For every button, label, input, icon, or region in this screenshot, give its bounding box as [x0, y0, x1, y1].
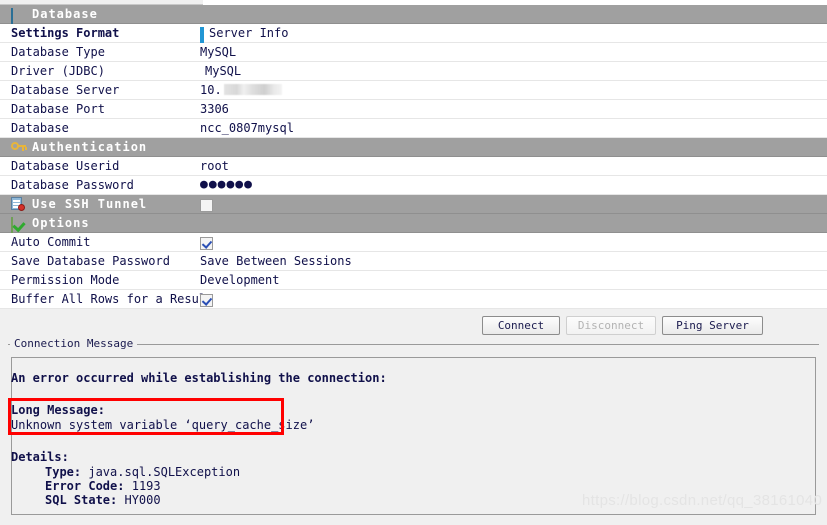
redacted-ip-block — [223, 84, 282, 95]
detail-error-code: Error Code: 1193 — [45, 479, 161, 493]
value-driver-jdbc-text: MySQL — [205, 64, 242, 78]
detail-sql-state-key: SQL State: — [45, 493, 118, 507]
detail-sql-state: SQL State: HY000 — [45, 493, 161, 507]
section-header-database[interactable]: Database — [0, 5, 827, 24]
properties-table: Database Settings Format Server Info Dat… — [0, 5, 827, 309]
row-permission-mode[interactable]: Permission Mode Development — [0, 271, 827, 290]
value-save-database-password: Save Between Sessions — [200, 254, 352, 268]
value-database-port: 3306 — [200, 102, 229, 116]
row-database-password[interactable]: Database Password ●●●●●● — [0, 176, 827, 195]
ping-server-button[interactable]: Ping Server — [662, 316, 763, 335]
label-permission-mode: Permission Mode — [11, 273, 120, 287]
label-buffer-all-rows: Buffer All Rows for a Result — [11, 292, 214, 306]
row-database-userid[interactable]: Database Userid root — [0, 157, 827, 176]
section-header-authentication[interactable]: Authentication — [0, 138, 827, 157]
label-driver-jdbc: Driver (JDBC) — [11, 64, 105, 78]
ssh-server-icon — [11, 197, 25, 211]
database-icon — [11, 7, 25, 24]
label-save-database-password: Save Database Password — [11, 254, 170, 268]
section-title-use-ssh-tunnel: Use SSH Tunnel — [32, 197, 148, 211]
detail-type-key: Type: — [45, 465, 82, 479]
error-headline: An error occurred while establishing the… — [11, 371, 387, 385]
detail-sql-state-value: HY000 — [124, 493, 161, 507]
green-check-box-icon — [11, 216, 25, 233]
value-database-password: ●●●●●● — [200, 177, 253, 192]
row-database-name[interactable]: Database ncc_0807mysql — [0, 119, 827, 138]
row-database-port[interactable]: Database Port 3306 — [0, 100, 827, 119]
key-icon — [11, 140, 27, 154]
row-driver-jdbc[interactable]: Driver (JDBC) MySQL — [0, 62, 827, 81]
checkbox-auto-commit[interactable] — [200, 235, 213, 253]
detail-error-code-value: 1193 — [131, 479, 161, 493]
detail-type: Type: java.sql.SQLException — [45, 465, 240, 479]
row-database-type[interactable]: Database Type MySQL — [0, 43, 827, 62]
label-auto-commit: Auto Commit — [11, 235, 91, 249]
detail-type-value: java.sql.SQLException — [88, 465, 241, 479]
label-database-type: Database Type — [11, 45, 105, 59]
value-database-server[interactable]: 10. — [200, 81, 282, 99]
row-auto-commit[interactable]: Auto Commit — [0, 233, 827, 252]
label-database-port: Database Port — [11, 102, 105, 116]
value-settings-format-text: Server Info — [209, 26, 289, 40]
connection-message-legend: Connection Message — [10, 337, 138, 350]
value-settings-format[interactable]: Server Info — [200, 24, 288, 45]
connect-button[interactable]: Connect — [482, 316, 560, 335]
value-database-userid: root — [200, 159, 229, 173]
row-save-database-password[interactable]: Save Database Password Save Between Sess… — [0, 252, 827, 271]
section-header-options[interactable]: Options — [0, 214, 827, 233]
label-database-server: Database Server — [11, 83, 120, 97]
disconnect-button: Disconnect — [566, 316, 656, 335]
label-database-userid: Database Userid — [11, 159, 120, 173]
value-driver-jdbc[interactable]: MySQL — [200, 62, 241, 80]
row-settings-format[interactable]: Settings Format Server Info — [0, 24, 827, 45]
value-database-name: ncc_0807mysql — [200, 121, 294, 135]
label-database-password: Database Password — [11, 178, 134, 192]
section-title-authentication: Authentication — [32, 140, 148, 154]
row-buffer-all-rows[interactable]: Buffer All Rows for a Result — [0, 290, 827, 309]
detail-error-code-key: Error Code: — [45, 479, 125, 493]
row-database-server[interactable]: Database Server 10. — [0, 81, 827, 100]
section-title-options: Options — [32, 216, 90, 230]
value-database-server-text: 10. — [200, 83, 222, 97]
label-database-name: Database — [11, 121, 69, 135]
value-permission-mode: Development — [200, 273, 280, 287]
label-settings-format: Settings Format — [11, 26, 120, 40]
action-button-bar: Connect Disconnect Ping Server — [0, 312, 827, 340]
value-database-type: MySQL — [200, 45, 237, 59]
watermark: https://blog.csdn.net/qq_38161040 — [582, 492, 823, 509]
error-highlight-box — [8, 398, 284, 435]
checkbox-use-ssh-tunnel[interactable] — [200, 197, 213, 215]
details-label: Details: — [11, 450, 69, 464]
section-title-database: Database — [32, 7, 98, 21]
database-connection-panel: Database Settings Format Server Info Dat… — [0, 0, 827, 525]
section-header-use-ssh-tunnel[interactable]: Use SSH Tunnel — [0, 195, 827, 214]
checkbox-buffer-all-rows[interactable] — [200, 292, 213, 310]
